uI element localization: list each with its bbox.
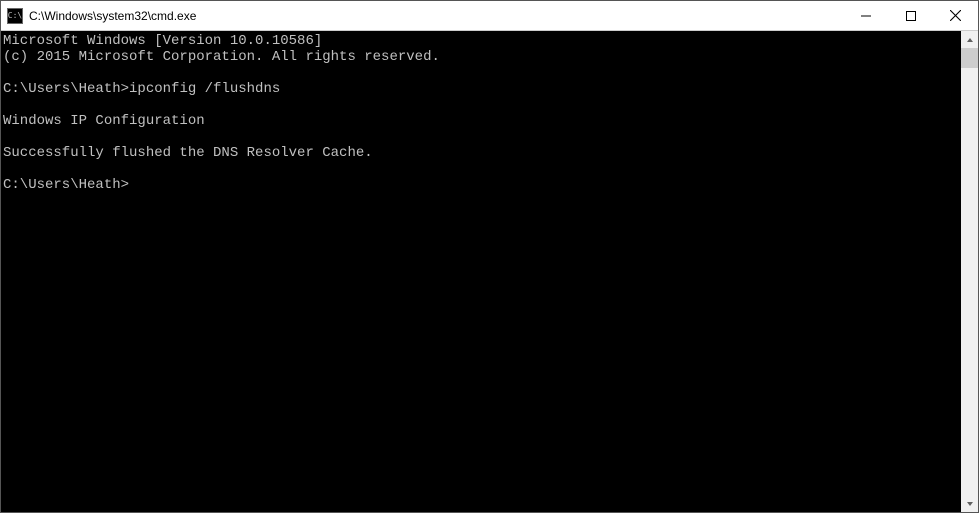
title-bar[interactable]: C:\ C:\Windows\system32\cmd.exe — [1, 1, 978, 31]
terminal-area: Microsoft Windows [Version 10.0.10586] (… — [1, 31, 978, 512]
scroll-thumb[interactable] — [961, 48, 978, 68]
close-icon — [950, 10, 961, 21]
cmd-icon: C:\ — [7, 8, 23, 24]
cmd-window: C:\ C:\Windows\system32\cmd.exe Microsof… — [0, 0, 979, 513]
chevron-down-icon — [966, 500, 974, 508]
output-header: Windows IP Configuration — [3, 113, 205, 129]
minimize-button[interactable] — [843, 1, 888, 30]
window-controls — [843, 1, 978, 30]
maximize-button[interactable] — [888, 1, 933, 30]
output-result: Successfully flushed the DNS Resolver Ca… — [3, 145, 373, 161]
prompt-1: C:\Users\Heath> — [3, 81, 129, 97]
vertical-scrollbar[interactable] — [961, 31, 978, 512]
minimize-icon — [861, 11, 871, 21]
window-title: C:\Windows\system32\cmd.exe — [29, 9, 196, 23]
version-line: Microsoft Windows [Version 10.0.10586] — [3, 33, 322, 49]
chevron-up-icon — [966, 36, 974, 44]
terminal-content[interactable]: Microsoft Windows [Version 10.0.10586] (… — [1, 31, 961, 512]
scroll-down-button[interactable] — [961, 495, 978, 512]
close-button[interactable] — [933, 1, 978, 30]
scroll-track[interactable] — [961, 48, 978, 495]
copyright-line: (c) 2015 Microsoft Corporation. All righ… — [3, 49, 440, 65]
scroll-up-button[interactable] — [961, 31, 978, 48]
title-left: C:\ C:\Windows\system32\cmd.exe — [1, 8, 196, 24]
prompt-2: C:\Users\Heath> — [3, 177, 129, 193]
command-1: ipconfig /flushdns — [129, 81, 280, 97]
maximize-icon — [906, 11, 916, 21]
